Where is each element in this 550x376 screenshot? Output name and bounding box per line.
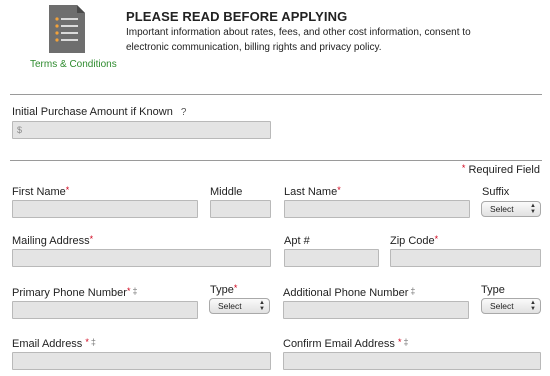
last-name-input[interactable] <box>284 200 470 218</box>
zip-code-label: Zip Code* <box>390 234 439 247</box>
middle-label: Middle <box>210 186 243 198</box>
apt-input[interactable] <box>284 249 379 267</box>
additional-phone-input[interactable] <box>283 301 469 319</box>
select-arrows-icon: ▲ ▼ <box>530 203 536 215</box>
required-field-note: * Required Field <box>461 163 540 176</box>
select-arrows-icon: ▲ ▼ <box>259 300 265 312</box>
confirm-email-label: Confirm Email Address * ‡ <box>283 337 409 350</box>
section-divider <box>10 94 542 95</box>
phone-type-label: Type* <box>210 283 238 296</box>
first-name-input[interactable] <box>12 200 198 218</box>
purchase-amount-input[interactable]: $ <box>12 121 271 139</box>
additional-phone-type-select[interactable]: Select ▲ ▼ <box>481 298 541 314</box>
middle-input[interactable] <box>210 200 271 218</box>
suffix-label: Suffix <box>482 186 510 198</box>
currency-placeholder: $ <box>17 125 23 135</box>
required-marker: * <box>461 163 466 173</box>
purchase-amount-label: Initial Purchase Amount if Known? <box>12 106 187 118</box>
terms-document-icon[interactable] <box>49 5 85 53</box>
mailing-address-input[interactable] <box>12 249 271 267</box>
zip-code-input[interactable] <box>390 249 541 267</box>
help-icon[interactable]: ? <box>181 107 187 118</box>
section-divider <box>10 160 542 161</box>
additional-phone-type-label: Type <box>481 284 505 296</box>
notice-title: PLEASE READ BEFORE APPLYING <box>126 9 348 24</box>
email-input[interactable] <box>12 352 271 370</box>
notice-body: Important information about rates, fees,… <box>126 27 471 53</box>
select-arrows-icon: ▲ ▼ <box>530 300 536 312</box>
primary-phone-label: Primary Phone Number* ‡ <box>12 286 138 299</box>
mailing-address-label: Mailing Address* <box>12 234 94 247</box>
confirm-email-input[interactable] <box>283 352 541 370</box>
terms-and-conditions-link[interactable]: Terms & Conditions <box>30 59 117 70</box>
email-label: Email Address * ‡ <box>12 337 96 350</box>
phone-type-select[interactable]: Select ▲ ▼ <box>209 298 270 314</box>
first-name-label: First Name* <box>12 185 70 198</box>
suffix-select[interactable]: Select ▲ ▼ <box>481 201 541 217</box>
last-name-label: Last Name* <box>284 185 341 198</box>
additional-phone-label: Additional Phone Number ‡ <box>283 286 416 299</box>
apt-label: Apt # <box>284 235 310 247</box>
primary-phone-input[interactable] <box>12 301 198 319</box>
